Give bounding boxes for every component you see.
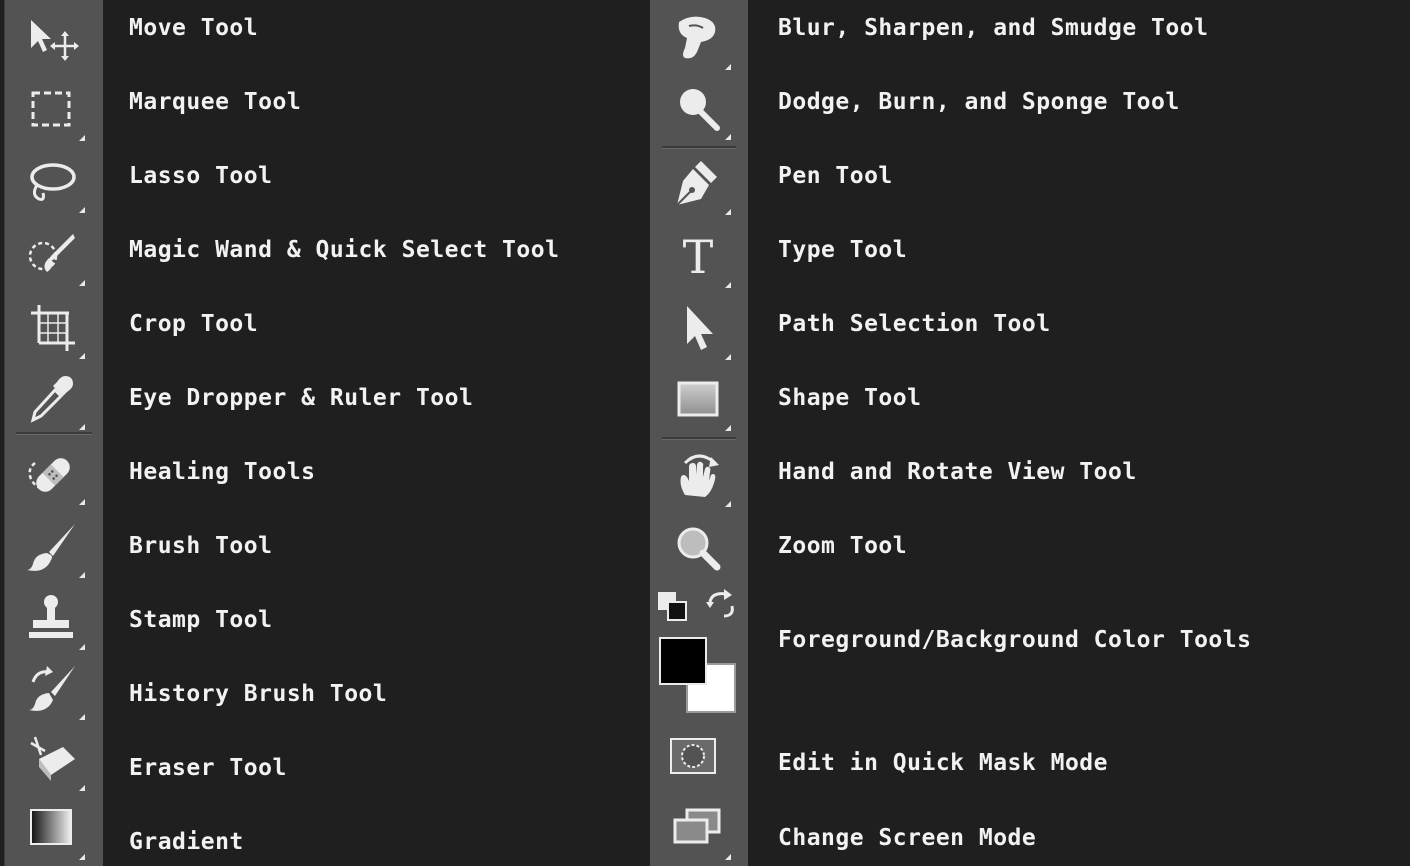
crop-icon [31,305,75,351]
flyout-indicator [725,134,731,140]
zoom-tool-button[interactable] [671,521,725,575]
flyout-indicator [725,501,731,507]
smudge-icon [678,16,716,59]
swap-colors-icon[interactable] [704,588,738,622]
tool-label-screen-mode: Change Screen Mode [778,825,1037,851]
move-tool-button[interactable] [25,12,79,66]
eraser-icon [30,736,75,781]
pen-tool-button[interactable] [671,157,731,215]
flyout-indicator [79,280,85,286]
default-colors-icon[interactable] [656,590,690,624]
flyout-indicator [79,135,85,141]
eyedropper-icon [30,376,73,423]
tool-label-magic-wand: Magic Wand & Quick Select Tool [129,237,560,263]
flyout-indicator [725,354,731,360]
brush-tool-button[interactable] [25,520,85,578]
gradient-icon [30,809,72,845]
flyout-indicator [725,209,731,215]
pen-icon [676,161,717,206]
tool-label-stamp: Stamp Tool [129,607,273,633]
shape-tool-button[interactable] [671,373,731,431]
shape-icon [677,381,719,417]
healing-tool-button[interactable] [25,447,85,505]
tool-label-marquee: Marquee Tool [129,89,302,115]
column-divider [636,0,650,866]
flyout-indicator [79,644,85,650]
type-icon: T [682,230,714,284]
history-brush-icon [29,666,75,711]
tool-label-move: Move Tool [129,15,259,41]
tool-label-type: Type Tool [778,237,908,263]
flyout-indicator [79,854,85,860]
path-selection-icon [687,306,713,350]
tool-label-eraser: Eraser Tool [129,755,287,781]
smudge-tool-button[interactable] [671,12,731,70]
tool-label-smudge: Blur, Sharpen, and Smudge Tool [778,15,1209,41]
flyout-indicator [79,572,85,578]
magic-wand-tool-button[interactable] [25,228,85,286]
marquee-icon [31,91,71,127]
tool-label-brush: Brush Tool [129,533,273,559]
healing-icon [28,458,70,492]
tool-label-color: Foreground/Background Color Tools [778,627,1252,653]
flyout-indicator [79,714,85,720]
history-brush-tool-button[interactable] [25,662,85,720]
lasso-tool-button[interactable] [25,155,85,213]
screen-mode-button[interactable] [671,802,731,860]
tool-label-pen: Pen Tool [778,163,893,189]
path-selection-tool-button[interactable] [671,302,731,360]
flyout-indicator [725,854,731,860]
eyedropper-tool-button[interactable] [25,372,85,430]
quick-mask-icon [670,738,716,774]
tool-label-history-brush: History Brush Tool [129,681,388,707]
screen-mode-icon [673,808,721,844]
flyout-indicator [79,424,85,430]
quick-mask-button[interactable] [667,731,721,785]
flyout-indicator [725,64,731,70]
toolbar-separator [16,432,92,435]
tool-label-gradient: Gradient [129,829,244,855]
foreground-color-swatch[interactable] [659,637,707,685]
flyout-indicator [725,425,731,431]
gradient-tool-button[interactable] [25,802,85,860]
toolbar-separator [662,437,736,440]
stamp-icon [29,595,73,638]
dodge-tool-button[interactable] [671,82,731,140]
flyout-indicator [79,499,85,505]
flyout-indicator [79,353,85,359]
zoom-icon [677,527,721,571]
tool-label-path-selection: Path Selection Tool [778,311,1051,337]
tool-label-hand-rotate: Hand and Rotate View Tool [778,459,1137,485]
tool-label-quick-mask: Edit in Quick Mask Mode [778,750,1108,776]
crop-tool-button[interactable] [25,301,85,359]
tool-label-crop: Crop Tool [129,311,259,337]
magic-wand-icon [28,234,75,272]
dodge-icon [680,89,720,131]
toolbar-separator [662,146,736,149]
eraser-tool-button[interactable] [25,733,85,791]
flyout-indicator [79,785,85,791]
lasso-icon [30,163,76,201]
tool-label-zoom: Zoom Tool [778,533,908,559]
marquee-tool-button[interactable] [25,83,85,141]
tool-label-lasso: Lasso Tool [129,163,273,189]
flyout-indicator [725,282,731,288]
hand-rotate-icon [680,454,719,497]
flyout-indicator [79,207,85,213]
brush-icon [27,524,75,571]
tool-label-healing: Healing Tools [129,459,316,485]
tool-label-eyedropper: Eye Dropper & Ruler Tool [129,385,474,411]
stamp-tool-button[interactable] [25,592,85,650]
move-icon [31,20,79,61]
tool-label-shape: Shape Tool [778,385,922,411]
tool-label-dodge: Dodge, Burn, and Sponge Tool [778,89,1180,115]
hand-rotate-tool-button[interactable] [671,449,731,507]
type-tool-button[interactable]: T [671,230,731,288]
